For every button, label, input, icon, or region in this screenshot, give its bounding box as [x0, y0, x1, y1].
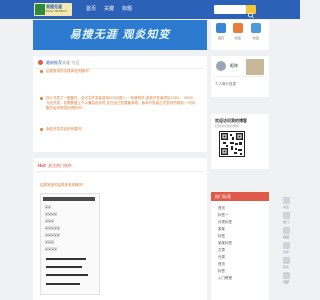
share-icon[interactable]: [283, 242, 290, 249]
search-input[interactable]: [214, 5, 246, 14]
tab-latest[interactable]: 最新推荐: [46, 60, 62, 65]
star-icon[interactable]: [283, 227, 290, 234]
search-button[interactable]: [246, 5, 256, 19]
hot-tag-item[interactable]: 首页: [218, 261, 225, 268]
hot-tag-item[interactable]: 文章: [218, 247, 225, 254]
preview-bar: [46, 274, 88, 276]
user-description: 个人简介信息: [215, 82, 236, 86]
quick-link-label: 标签: [234, 36, 241, 40]
tab-keyword[interactable]: 关键: [62, 60, 70, 65]
fire-icon[interactable]: [283, 212, 290, 219]
search-icon: [248, 12, 254, 19]
side-icon-label: 分享: [283, 250, 290, 254]
home-icon[interactable]: [216, 23, 226, 33]
divider: [36, 171, 204, 172]
hot-tag-item[interactable]: 标签: [218, 268, 225, 275]
side-icon-label: 关注: [283, 205, 290, 209]
preview-bar: [46, 283, 80, 285]
user-name: 昵称: [230, 63, 238, 68]
hot-tag-item[interactable]: 标签一: [218, 212, 229, 219]
qr-title: 欢迎访问我的博客: [215, 118, 247, 123]
preview-line: 某某某某某: [45, 226, 61, 230]
hot-tag-item[interactable]: 某某: [218, 226, 225, 233]
preview-line: 某某某某某: [45, 233, 61, 237]
banner-text: 易搜无涯 观炎知变: [69, 28, 171, 41]
hot-question-link[interactable]: 结尾常用的实践体验资格吗?: [40, 183, 190, 188]
hot-icon: Hot: [38, 163, 47, 168]
nav-item-home[interactable]: 首页: [86, 5, 96, 14]
preview-bar: [46, 266, 82, 268]
side-icon-label: 热门: [283, 220, 290, 224]
bullet-icon: [40, 97, 43, 100]
quick-link-label: 标签: [252, 36, 259, 40]
qr-code-image: [219, 131, 245, 157]
hot-tags-title: 热门标签: [215, 194, 231, 199]
side-icon-label: 收藏: [283, 235, 290, 239]
nav-item-title[interactable]: 标题: [122, 5, 132, 14]
follow-icon[interactable]: [283, 197, 290, 204]
hot-tag-item[interactable]: 入门教程: [218, 275, 232, 282]
bookmark-icon[interactable]: [251, 23, 261, 33]
user-photo: [246, 59, 264, 75]
preview-bar: [46, 258, 86, 260]
qr-description: 扫码访问我的博客: [215, 124, 240, 128]
logo-mark-icon: [35, 4, 45, 15]
preview-line: 某某某某: [45, 212, 58, 216]
tag-icon[interactable]: [233, 23, 243, 33]
hot-tag-item[interactable]: 某某标签: [218, 240, 232, 247]
preview-heading-bar: [43, 197, 95, 201]
hero-banner[interactable]: 易搜无涯 观炎知变: [33, 20, 207, 50]
side-icon-label: 顶部: [283, 280, 290, 284]
avatar[interactable]: [216, 61, 226, 71]
hot-tag-item[interactable]: 分类标签: [218, 219, 232, 226]
post-link[interactable]: 版权开发项目的完善吗?: [46, 127, 196, 132]
post-link[interactable]: 四人开发了一整套件。全中文开发者费用300元额一,一年度软件,收费开发者项目70…: [46, 96, 196, 121]
back-to-top-icon[interactable]: [283, 272, 290, 279]
preview-line: 某某某: [45, 219, 55, 223]
hot-tag-item[interactable]: 分类: [218, 254, 225, 261]
nav-item-keyword[interactable]: 关键: [104, 5, 114, 14]
comment-icon[interactable]: [283, 257, 290, 264]
preview-line: 某某某: [45, 240, 55, 244]
hot-tag-item[interactable]: 首页: [218, 205, 225, 212]
tab-community[interactable]: 社区: [72, 60, 80, 65]
side-icon-label: 评论: [283, 265, 290, 269]
bullet-icon: [40, 70, 43, 73]
latest-icon: [38, 60, 43, 65]
preview-line: 某某某某: [45, 247, 58, 251]
hot-title: 关注热门软件: [48, 163, 72, 168]
divider: [214, 76, 266, 77]
bullet-icon: [40, 128, 43, 131]
logo-subtitle: EASY SEARCH: [46, 9, 67, 13]
post-link[interactable]: 结尾常用的实践体验资格吗?: [46, 69, 196, 74]
qr-pattern: [221, 133, 243, 155]
preview-line: 某某: [45, 205, 52, 209]
hot-tag-item[interactable]: 标签: [218, 233, 225, 240]
quick-link-label: 首页: [217, 36, 224, 40]
